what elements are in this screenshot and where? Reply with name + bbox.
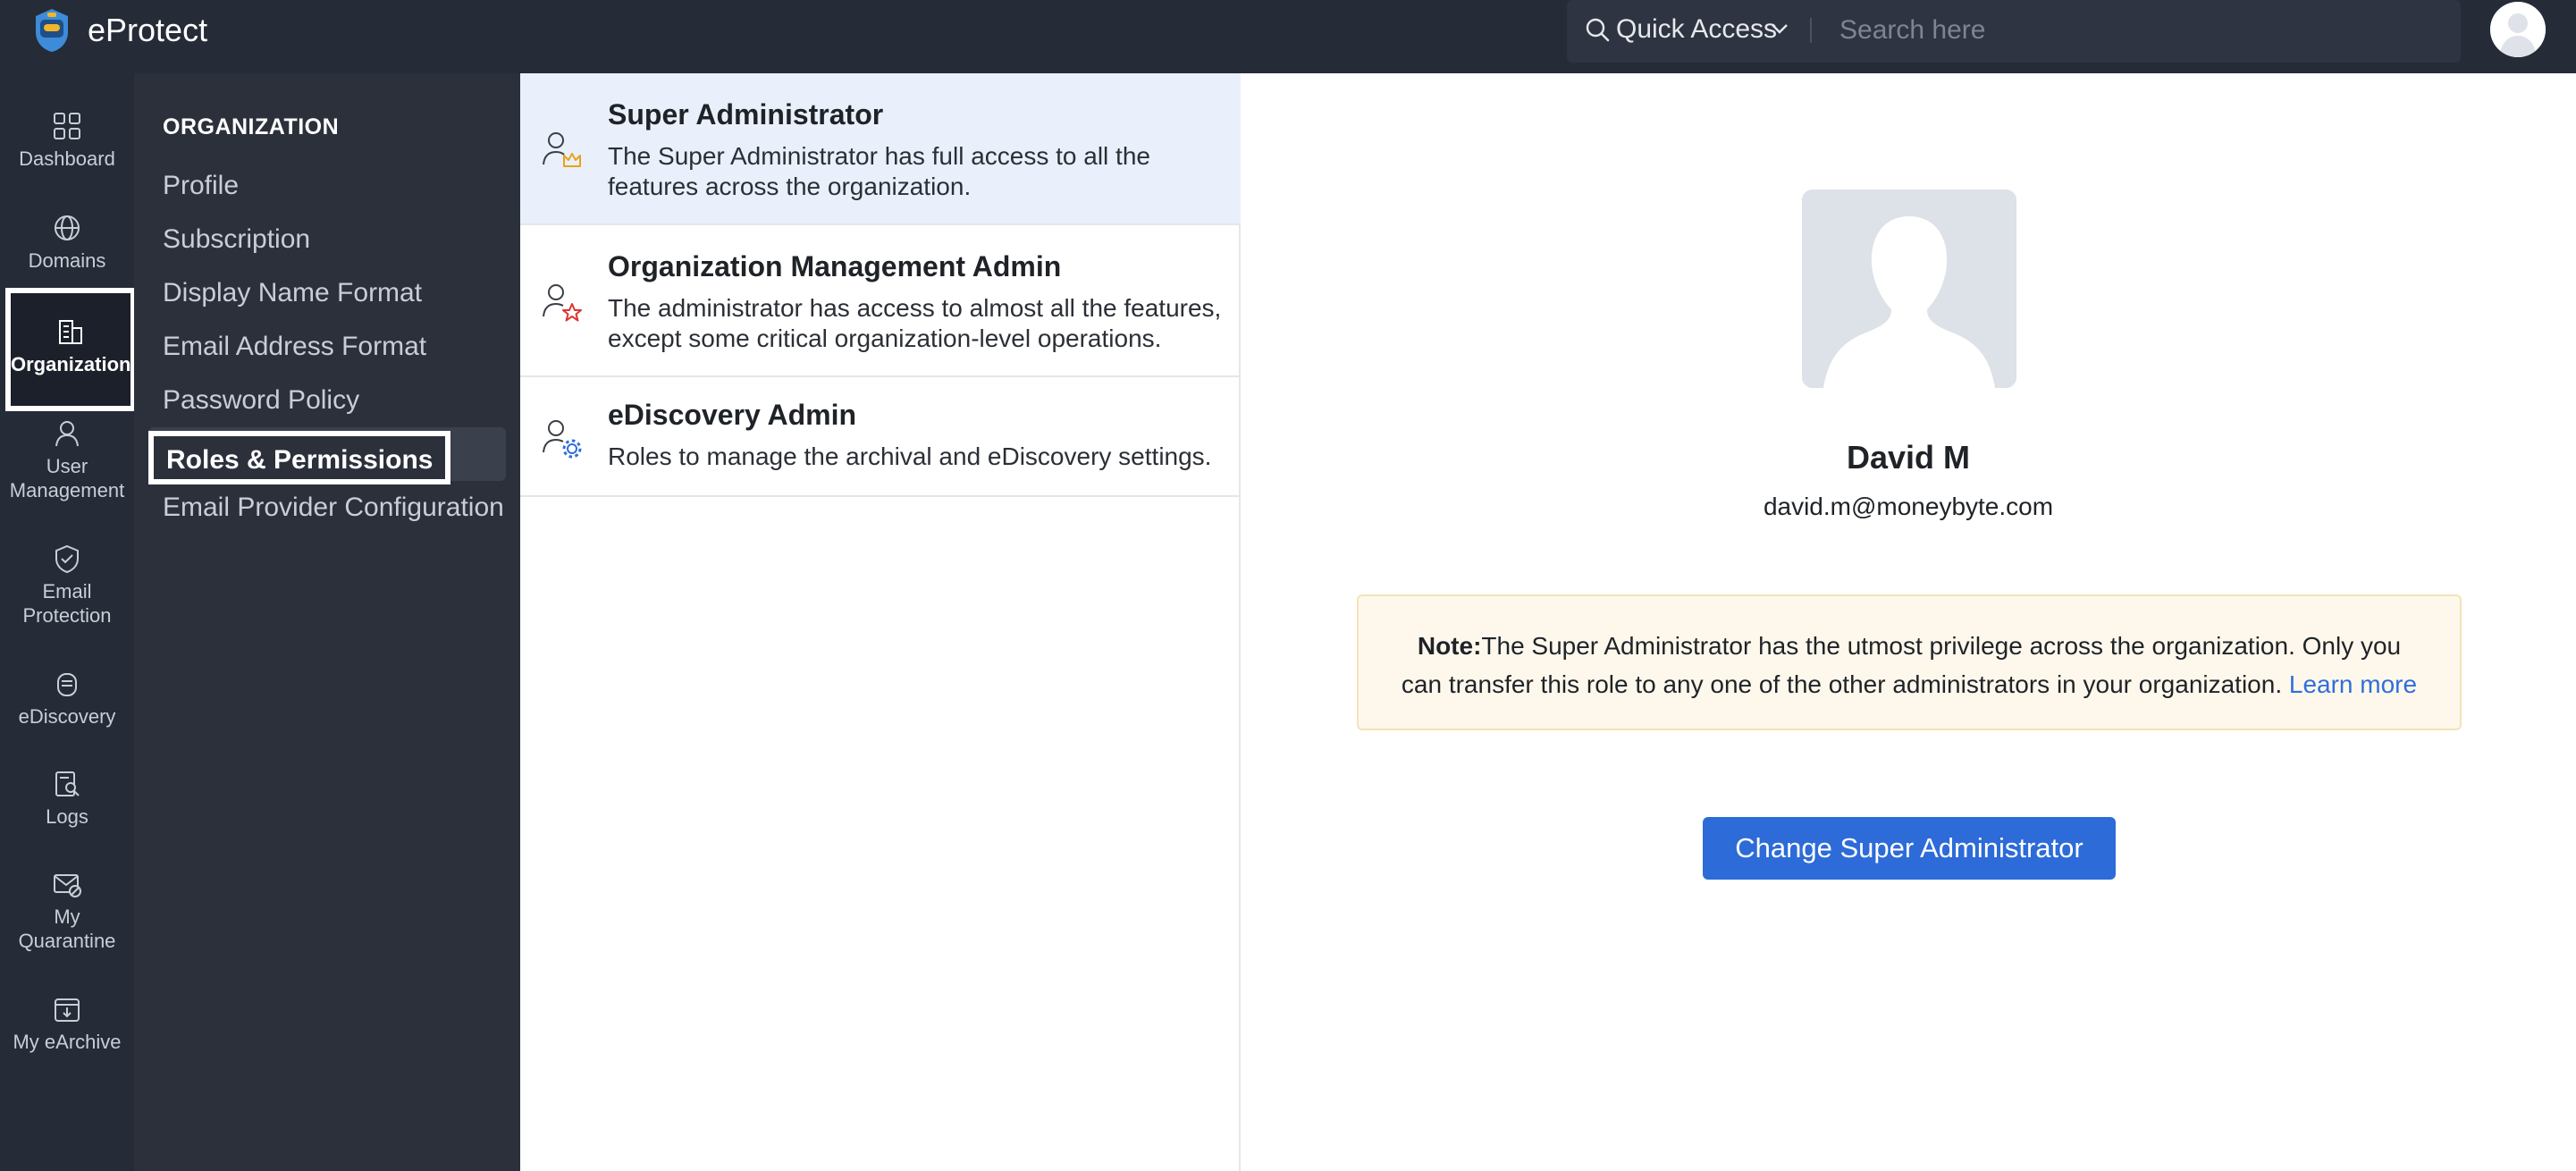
- user-gear-icon: [543, 420, 582, 459]
- profile-picture: [1802, 190, 2016, 388]
- note-text: The Super Administrator has the utmost p…: [1401, 632, 2402, 698]
- change-super-administrator-button[interactable]: Change Super Administrator: [1703, 817, 2116, 880]
- learn-more-link[interactable]: Learn more: [2289, 670, 2417, 698]
- divider: [1810, 18, 1812, 43]
- rail-label: Domains: [28, 249, 106, 272]
- avatar-silhouette-icon: [2490, 2, 2546, 57]
- rail-label: eDiscovery: [18, 705, 116, 728]
- rail-item-my-quarantine[interactable]: My Quarantine: [0, 869, 134, 953]
- top-bar: eProtect Quick Access: [0, 0, 2576, 73]
- quarantine-icon: [54, 874, 81, 897]
- rail-label: Email: [42, 580, 92, 602]
- menu-item-roles-permissions[interactable]: Roles & Permissions: [148, 431, 451, 484]
- menu-item-profile[interactable]: Profile: [163, 170, 239, 202]
- roles-list: Super Administrator The Super Administra…: [520, 73, 1241, 1171]
- globe-icon: [55, 215, 80, 240]
- dashboard-icon: [54, 113, 80, 139]
- ediscovery-icon: [57, 673, 77, 696]
- rail-label: Organization: [11, 353, 131, 375]
- role-description: The Super Administrator has full access …: [608, 142, 1150, 200]
- role-title: eDiscovery Admin: [608, 399, 857, 431]
- rail-label: Logs: [46, 805, 88, 828]
- logs-icon: [55, 771, 80, 796]
- rail-item-user-management[interactable]: User Management: [0, 418, 134, 502]
- section-heading: ORGANIZATION: [163, 114, 340, 139]
- rail-label: Quarantine: [18, 930, 116, 952]
- note-box: Note:The Super Administrator has the utm…: [1357, 594, 2462, 730]
- quick-access-dropdown[interactable]: Quick Access: [1616, 13, 1777, 46]
- rail-label: User: [46, 455, 88, 477]
- note-label: Note:: [1417, 632, 1482, 660]
- archive-icon: [55, 998, 80, 1022]
- role-item-ediscovery-admin[interactable]: eDiscovery Admin Roles to manage the arc…: [520, 377, 1241, 497]
- rail-item-ediscovery[interactable]: eDiscovery: [0, 669, 134, 729]
- user-silhouette-icon: [1802, 190, 2016, 388]
- user-email: david.m@moneybyte.com: [1763, 493, 2054, 520]
- user-crown-icon: [543, 132, 581, 167]
- user-name: David M: [1846, 439, 1971, 476]
- role-item-super-administrator[interactable]: Super Administrator The Super Administra…: [520, 73, 1241, 225]
- rail-label: Protection: [22, 604, 112, 627]
- rail-label: Management: [9, 479, 125, 501]
- building-icon: [59, 320, 82, 344]
- shield-icon: [55, 544, 79, 574]
- rail-item-logs[interactable]: Logs: [0, 769, 134, 829]
- menu-item-email-provider-configuration[interactable]: Email Provider Configuration: [163, 492, 504, 524]
- menu-item-email-address-format[interactable]: Email Address Format: [163, 331, 426, 363]
- user-star-icon: [543, 284, 582, 322]
- role-item-organization-management-admin[interactable]: Organization Management Admin The admini…: [520, 225, 1241, 377]
- rail-item-organization[interactable]: Organization: [5, 288, 136, 411]
- role-description: Roles to manage the archival and eDiscov…: [608, 442, 1212, 470]
- rail-label: My: [54, 906, 80, 928]
- search-icon[interactable]: [1584, 16, 1611, 43]
- eprotect-logo-icon: [36, 9, 68, 52]
- rail-item-email-protection[interactable]: Email Protection: [0, 543, 134, 628]
- role-title: Organization Management Admin: [608, 250, 1062, 282]
- rail-item-my-earchive[interactable]: My eArchive: [0, 994, 134, 1054]
- rail-label: Dashboard: [19, 147, 115, 170]
- menu-item-display-name-format[interactable]: Display Name Format: [163, 277, 422, 309]
- chevron-down-icon[interactable]: [1770, 21, 1789, 36]
- app-name: eProtect: [88, 12, 208, 48]
- user-avatar[interactable]: [2490, 2, 2546, 57]
- user-icon: [55, 421, 79, 447]
- role-title: Super Administrator: [608, 98, 884, 131]
- rail-item-domains[interactable]: Domains: [0, 213, 134, 273]
- rail-label: My eArchive: [13, 1031, 122, 1053]
- role-description: The administrator has access to almost a…: [608, 294, 1222, 352]
- rail-item-dashboard[interactable]: Dashboard: [0, 111, 134, 171]
- menu-item-password-policy[interactable]: Password Policy: [163, 384, 359, 417]
- menu-item-subscription[interactable]: Subscription: [163, 223, 310, 256]
- search-input[interactable]: [1839, 11, 2429, 50]
